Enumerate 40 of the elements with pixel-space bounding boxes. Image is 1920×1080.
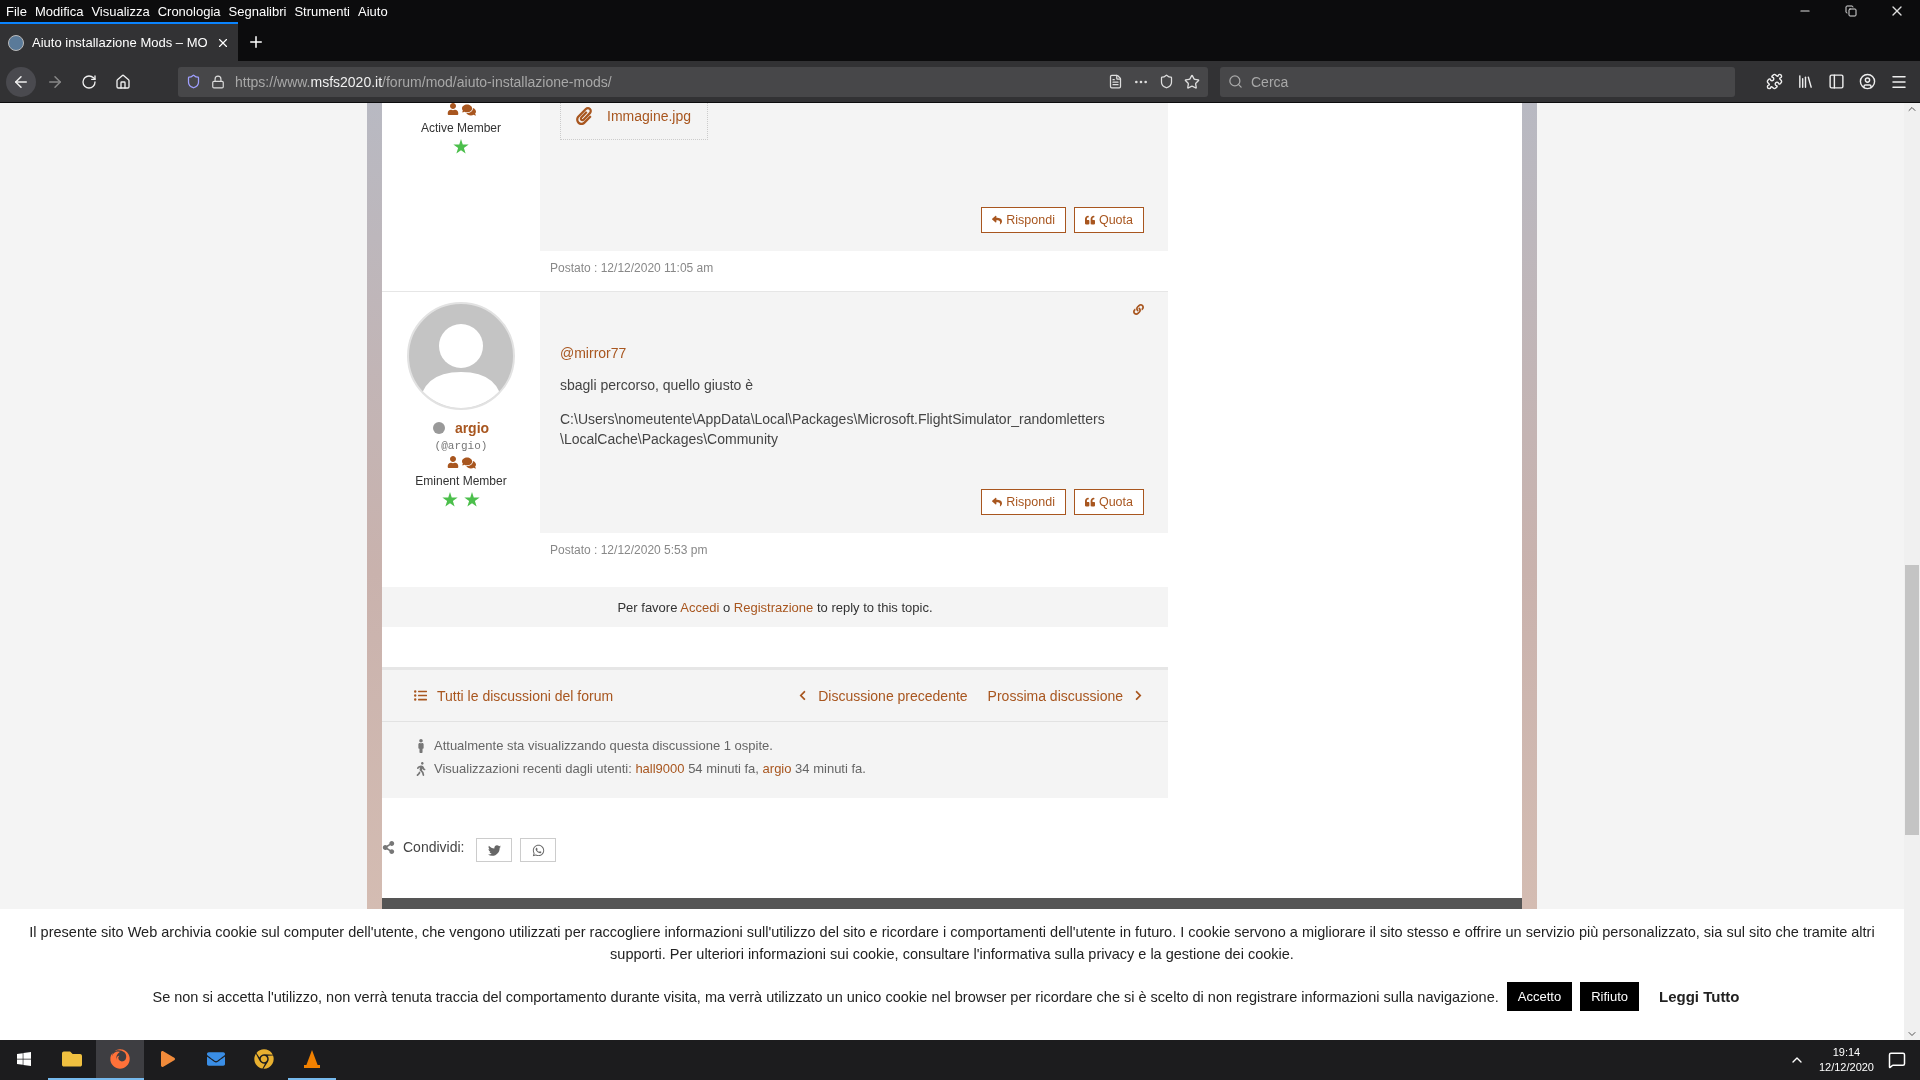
attachment-link[interactable]: Immagine.jpg (607, 108, 692, 124)
user-link[interactable]: argio (762, 761, 792, 776)
member-rank: Eminent Member (415, 474, 507, 488)
next-topic-link[interactable]: Prossima discussione (987, 687, 1144, 704)
reply-button[interactable]: Rispondi (981, 207, 1066, 233)
clock[interactable]: 19:14 12/12/2020 (1818, 1045, 1874, 1075)
post-text: sbagli percorso, quello giusto è (560, 376, 754, 395)
menu-item[interactable]: Modifica (32, 3, 90, 19)
username[interactable]: argio (454, 420, 490, 436)
login-prompt: Per favore Accedi o Registrazione to reply to this topic. (617, 599, 933, 615)
browser-tab[interactable]: Aiuto installazione Mods – MO (0, 22, 238, 61)
user-link[interactable]: hall9000 (635, 761, 685, 776)
recent-viewers-text: Visualizzazioni recenti dagli utenti: hall9000 54 minuti fa, argio 34 minuti fa. (434, 761, 866, 776)
user-mention[interactable]: @mirror77 (560, 345, 1144, 361)
previous-topic-link[interactable]: Discussione precedente (797, 687, 968, 704)
cookie-notice: Se non si accetta l'utilizzo, non verrà tenuta traccia del comportamento durante visita, ma verrà utilizzato un unico cookie nel browser per ricordare che si è scelto di non registrare informazioni sulla navigazione. (152, 987, 1499, 1007)
post-text: C:\Users\nomeutente\AppData\Local\Packages\Microsoft.FlightSimulator_randomletters \LocalCache\Packages\Community (560, 410, 1106, 449)
user-handle: (@argio) (434, 440, 488, 452)
member-rank: Active Member (421, 121, 501, 135)
cookie-text: Il presente sito Web archivia cookie sul computer dell'utente, che vengono utilizzati per raccogliere informazioni sull'utilizzo del sito e ricordare i comportamenti dell'utente in futuro. I cookie servono a migliorare il sito stesso e offrire un servizio più personalizzato, sia sul sito che tramite altri supporti. Per ulteriori informazioni sui cookie, consultare l'informativa sulla privacy e la gestione dei cookie. (28, 923, 1876, 964)
read-more-link[interactable]: Leggi Tutto (1647, 981, 1752, 1012)
cookie-button[interactable]: Accetto (1506, 982, 1573, 1011)
menu-item[interactable]: Visualizza (89, 3, 156, 19)
menu-item[interactable]: Aiuto (356, 3, 394, 19)
menu-item[interactable]: Segnalibri (226, 3, 293, 19)
quote-button[interactable]: Quota (1073, 207, 1144, 233)
quote-button[interactable]: Quota (1073, 489, 1144, 515)
menu-item[interactable]: Strumenti (292, 3, 356, 19)
menu-item[interactable]: Cronologia (155, 3, 227, 19)
share-label: Condividi: (403, 839, 465, 855)
viewers-text: Attualmente sta visualizzando questa discussione 1 ospite. (434, 738, 773, 753)
menu-item[interactable]: File (4, 3, 33, 19)
all-topics-link[interactable]: Tutti le discussioni del forum (414, 687, 614, 704)
user-link[interactable]: Accedi (680, 599, 720, 615)
post-date: Postato : 12/12/2020 5:53 pm (549, 542, 709, 559)
address-bar[interactable]: https://www.msfs2020.it/forum/mod/aiuto-installazione-mods/ (178, 66, 1208, 97)
post-date: Postato : 12/12/2020 11:05 am (549, 260, 715, 277)
cookie-button[interactable]: Rifiuto (1580, 982, 1639, 1011)
user-link[interactable]: Registrazione (733, 599, 814, 615)
reply-button[interactable]: Rispondi (981, 489, 1066, 515)
